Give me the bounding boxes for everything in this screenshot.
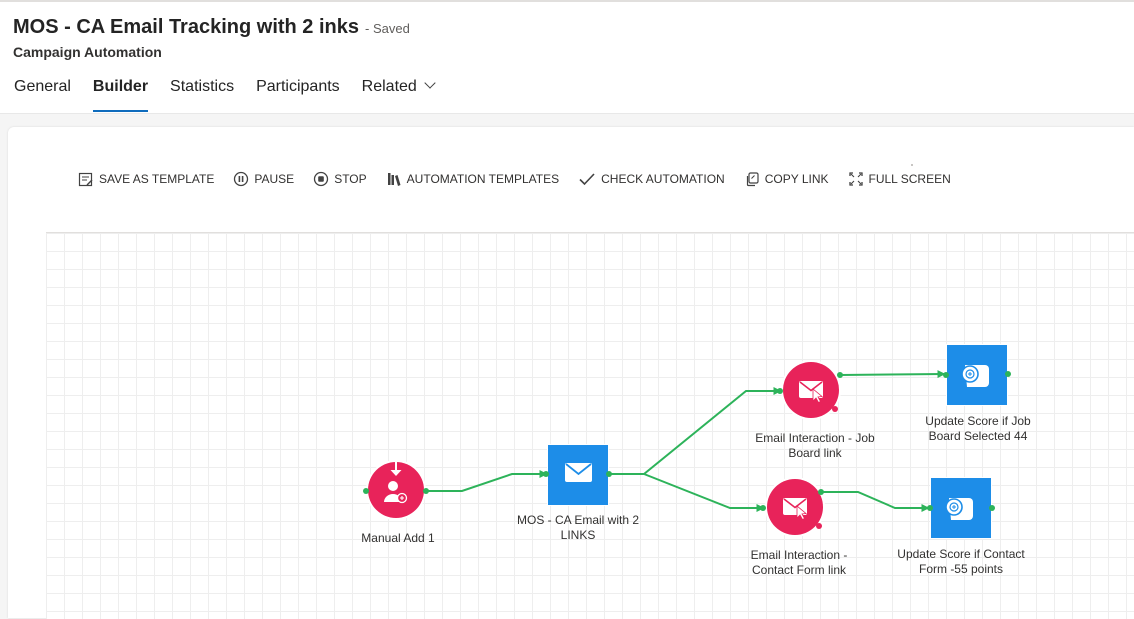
interaction-contact-output-port bbox=[818, 489, 824, 495]
score-contact-output-port bbox=[989, 505, 995, 511]
connector-manual-to-email bbox=[426, 470, 548, 492]
interaction-contact-label-line1: Email Interaction - bbox=[751, 548, 848, 562]
node-manual-add[interactable]: Manual Add 1 bbox=[361, 460, 435, 545]
interaction-contact-input-port bbox=[760, 505, 766, 511]
score-job-output-port bbox=[1005, 371, 1011, 377]
flow-diagram: Manual Add 1 MOS - CA Email with 2 LINKS… bbox=[361, 344, 1031, 577]
interaction-job-label-line2: Board link bbox=[788, 446, 842, 460]
email-input-port bbox=[543, 471, 549, 477]
email-output-port bbox=[606, 471, 612, 477]
email-label-line2: LINKS bbox=[561, 528, 596, 542]
interaction-job-input-port bbox=[777, 388, 783, 394]
connector-contact-interaction-to-score bbox=[822, 491, 930, 512]
interaction-contact-label-line2: Contact Form link bbox=[752, 563, 847, 577]
node-email[interactable]: MOS - CA Email with 2 LINKS bbox=[517, 444, 639, 542]
score-contact-label-line2: Form -55 points bbox=[919, 562, 1003, 576]
manual-add-label: Manual Add 1 bbox=[361, 531, 435, 545]
envelope-icon bbox=[565, 463, 592, 482]
score-job-input-port bbox=[943, 372, 949, 378]
node-score-job[interactable]: Update Score if Job Board Selected 44 bbox=[925, 344, 1031, 443]
score-contact-input-port bbox=[927, 505, 933, 511]
score-job-label-line1: Update Score if Job bbox=[925, 414, 1031, 428]
email-label-line1: MOS - CA Email with 2 bbox=[517, 513, 639, 527]
connector-email-to-contact-interaction bbox=[643, 473, 765, 512]
interaction-job-label-line1: Email Interaction - Job bbox=[755, 431, 875, 445]
node-score-contact[interactable]: Update Score if Contact Form -55 points bbox=[897, 477, 1025, 576]
score-contact-label-line1: Update Score if Contact bbox=[897, 547, 1025, 561]
interaction-job-negative-port bbox=[832, 406, 838, 412]
connector-job-interaction-to-score bbox=[839, 370, 946, 379]
interaction-contact-negative-port bbox=[816, 523, 822, 529]
interaction-job-output-port bbox=[837, 372, 843, 378]
score-job-label-line2: Board Selected 44 bbox=[929, 429, 1028, 443]
manual-add-input-port bbox=[363, 488, 369, 494]
manual-add-output-port bbox=[423, 488, 429, 494]
